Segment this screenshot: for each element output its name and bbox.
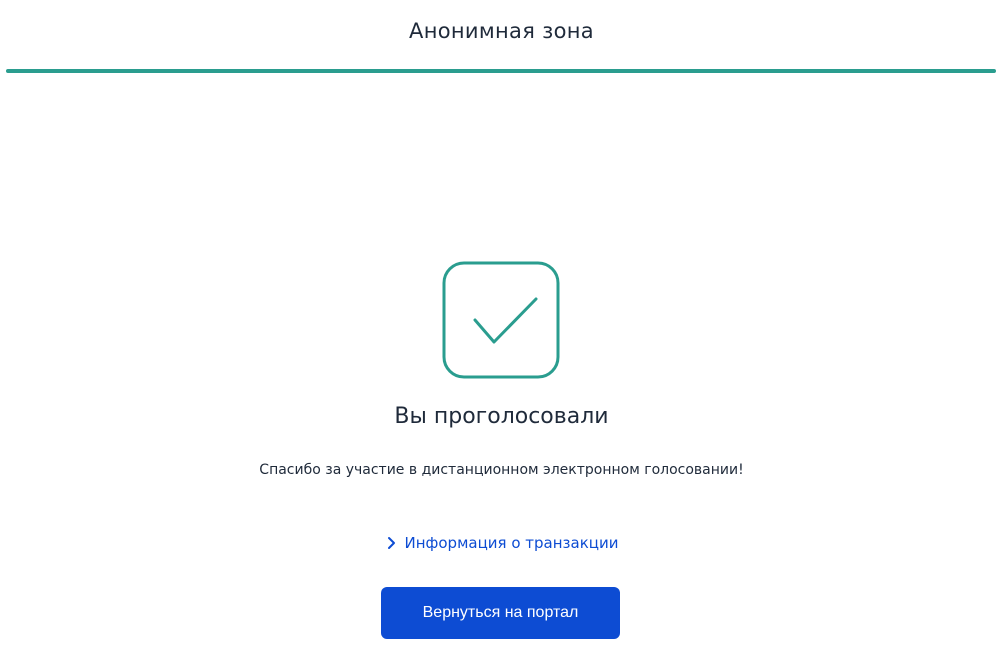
return-to-portal-button[interactable]: Вернуться на портал bbox=[381, 587, 620, 639]
vote-confirmation-page: Анонимная зона Вы проголосовали Спасибо … bbox=[0, 0, 1003, 663]
header-title: Анонимная зона bbox=[409, 19, 594, 43]
transaction-info-link[interactable]: Информация о транзакции bbox=[0, 534, 1003, 552]
transaction-info-label: Информация о транзакции bbox=[404, 534, 619, 552]
chevron-right-icon bbox=[385, 536, 399, 550]
thanks-message: Спасибо за участие в дистанционном элект… bbox=[259, 462, 744, 478]
header: Анонимная зона bbox=[0, 0, 1003, 73]
header-divider bbox=[6, 69, 996, 73]
success-title: Вы проголосовали bbox=[394, 404, 609, 429]
checkmark-square-icon bbox=[442, 261, 560, 379]
